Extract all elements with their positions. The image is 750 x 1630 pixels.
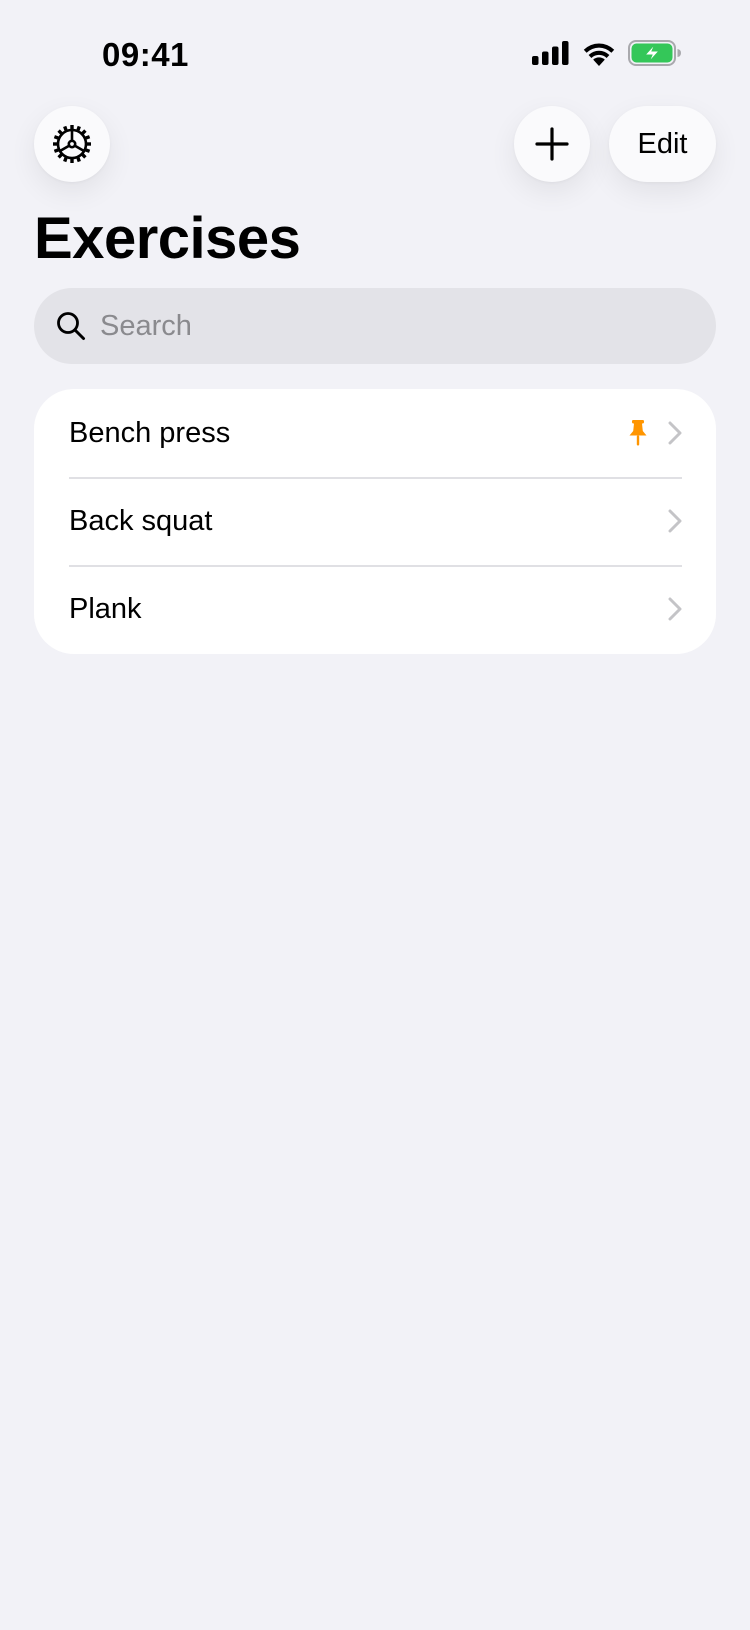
page-title: Exercises — [34, 206, 301, 271]
status-bar: 09:41 — [0, 0, 750, 110]
edit-button[interactable]: Edit — [609, 106, 716, 182]
gear-icon — [53, 125, 91, 163]
cellular-signal-icon — [532, 41, 569, 65]
search-input[interactable] — [100, 309, 660, 343]
exercise-list: Bench press Back squat Plank — [34, 389, 716, 654]
chevron-right-icon — [668, 509, 682, 533]
battery-charging-icon — [628, 40, 681, 66]
list-item-bench-press[interactable]: Bench press — [34, 389, 716, 477]
row-trailing — [668, 565, 682, 653]
row-trailing — [628, 389, 682, 477]
status-time: 09:41 — [102, 36, 189, 73]
settings-button[interactable] — [34, 106, 110, 182]
status-icons — [532, 40, 682, 66]
search-icon — [57, 312, 85, 340]
search-bar[interactable] — [34, 288, 716, 364]
row-trailing — [668, 477, 682, 565]
pin-icon — [629, 420, 647, 446]
list-item-back-squat[interactable]: Back squat — [34, 477, 716, 565]
add-exercise-button[interactable] — [514, 106, 590, 182]
plus-icon — [535, 127, 569, 161]
wifi-icon — [583, 43, 615, 66]
list-item-label: Bench press — [69, 416, 231, 449]
chevron-right-icon — [668, 597, 682, 621]
list-item-plank[interactable]: Plank — [34, 565, 716, 653]
list-item-label: Plank — [69, 592, 142, 625]
chevron-right-icon — [668, 421, 682, 445]
list-item-label: Back squat — [69, 504, 213, 537]
